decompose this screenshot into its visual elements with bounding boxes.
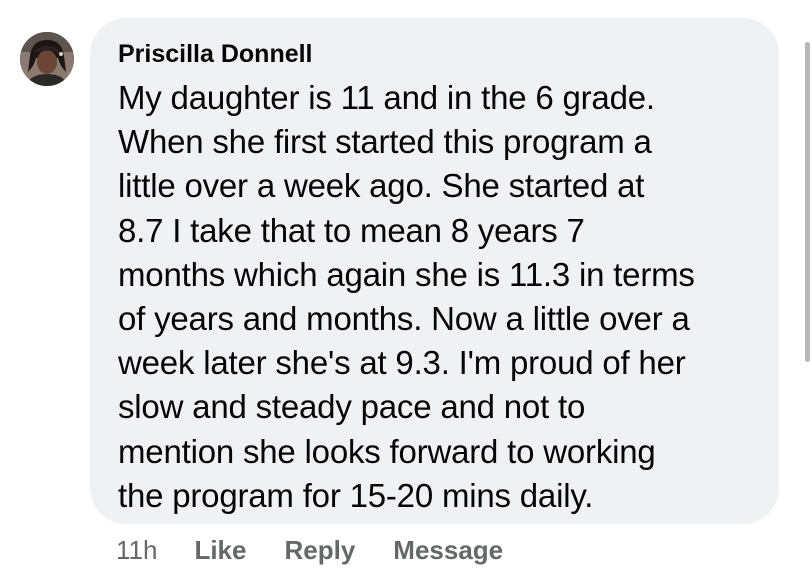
comment-line: week later she's at 9.3. I'm proud of he… [118, 344, 686, 382]
comment-line: the program for 15-20 mins daily. [118, 476, 594, 514]
comment-timestamp[interactable]: 11h [116, 535, 157, 566]
reply-button[interactable]: Reply [284, 535, 355, 566]
comment-line: months which again she is 11.3 in terms [118, 255, 695, 293]
comment-author[interactable]: Priscilla Donnell [118, 39, 749, 69]
scrollbar[interactable] [805, 42, 810, 362]
comment-line: My daughter is 11 and in the 6 grade. [118, 79, 655, 116]
comment-line: slow and steady pace and not to [118, 388, 586, 426]
comment-line: little over a week ago. She started at [118, 167, 645, 205]
comment-bubble: Priscilla Donnell My daughter is 11 and … [90, 18, 779, 524]
comment-line: of years and months. Now a little over a [118, 300, 690, 338]
comment-text: My daughter is 11 and in the 6 grade. Whe… [118, 76, 749, 518]
like-button[interactable]: Like [194, 535, 246, 566]
comment-line: 8.7 I take that to mean 8 years 7 [118, 211, 585, 249]
comment-view: Priscilla Donnell My daughter is 11 and … [0, 0, 812, 587]
comment-line: mention she looks forward to working [118, 432, 656, 470]
message-button[interactable]: Message [393, 535, 503, 566]
comment-actions: 11h Like Reply Message [116, 533, 541, 567]
avatar[interactable] [20, 32, 74, 86]
comment-line: When she first started this program a [118, 123, 652, 161]
profile-photo-icon [20, 32, 74, 86]
